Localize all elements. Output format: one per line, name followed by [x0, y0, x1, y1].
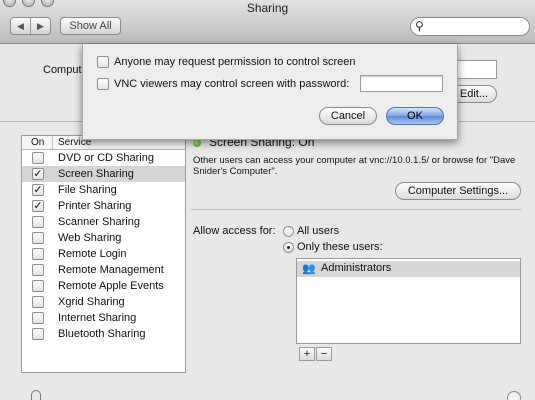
- user-label: Administrators: [321, 262, 392, 274]
- service-checkbox[interactable]: [32, 328, 44, 340]
- add-user-button[interactable]: +: [299, 347, 315, 361]
- service-label: Remote Login: [58, 248, 127, 260]
- service-row[interactable]: Bluetooth Sharing: [22, 326, 185, 342]
- radio-only-these-users[interactable]: [283, 242, 294, 253]
- radio-all-users[interactable]: [283, 226, 294, 237]
- show-all-button[interactable]: Show All: [60, 17, 121, 35]
- computer-settings-button[interactable]: Computer Settings...: [395, 182, 521, 200]
- service-checkbox[interactable]: ✓: [32, 200, 44, 212]
- window-title: Sharing: [246, 1, 289, 15]
- sharing-window: Sharing ◀ ▶ Show All ⚲ Computer Edit... …: [0, 0, 535, 400]
- service-label: Screen Sharing: [58, 168, 134, 180]
- service-checkbox[interactable]: [32, 280, 44, 292]
- service-row[interactable]: DVD or CD Sharing: [22, 150, 185, 166]
- service-label: Internet Sharing: [58, 312, 137, 324]
- group-icon: 👥: [302, 263, 316, 275]
- service-checkbox[interactable]: [32, 296, 44, 308]
- service-checkbox[interactable]: ✓: [32, 168, 44, 180]
- service-checkbox[interactable]: [32, 152, 44, 164]
- ok-button[interactable]: OK: [386, 107, 444, 125]
- list-item[interactable]: 👥 Administrators: [297, 261, 520, 277]
- service-label: Printer Sharing: [58, 200, 132, 212]
- service-label: Xgrid Sharing: [58, 296, 125, 308]
- service-row[interactable]: ✓ File Sharing: [22, 182, 185, 198]
- service-row[interactable]: Internet Sharing: [22, 310, 185, 326]
- service-row[interactable]: ✓ Printer Sharing: [22, 198, 185, 214]
- service-label: File Sharing: [58, 184, 117, 196]
- service-label: Remote Management: [58, 264, 164, 276]
- services-rows: DVD or CD Sharing ✓ Screen Sharing ✓ File Sh…: [22, 150, 185, 342]
- search-field[interactable]: ⚲: [410, 17, 530, 36]
- vnc-password-checkbox[interactable]: [97, 78, 109, 90]
- column-header-on[interactable]: On: [31, 136, 44, 149]
- radio-only-these-users-label[interactable]: Only these users:: [297, 241, 383, 253]
- service-row[interactable]: Scanner Sharing: [22, 214, 185, 230]
- allow-access-label: Allow access for:: [193, 225, 276, 237]
- cancel-button[interactable]: Cancel: [319, 107, 377, 125]
- service-row[interactable]: ✓ Screen Sharing: [22, 166, 185, 182]
- service-label: Scanner Sharing: [58, 216, 140, 228]
- vnc-password-field[interactable]: [360, 75, 443, 92]
- search-icon: ⚲: [415, 19, 424, 33]
- lock-icon[interactable]: [31, 390, 41, 400]
- column-separator: [52, 136, 53, 149]
- forward-button[interactable]: ▶: [31, 18, 50, 34]
- service-row[interactable]: Remote Management: [22, 262, 185, 278]
- request-permission-label[interactable]: Anyone may request permission to control…: [114, 56, 356, 68]
- request-permission-checkbox[interactable]: [97, 56, 109, 68]
- services-list: On Service DVD or CD Sharing ✓ Screen Shar…: [21, 135, 186, 373]
- back-forward-control: ◀ ▶: [10, 17, 51, 35]
- help-icon[interactable]: [507, 391, 521, 400]
- service-checkbox[interactable]: [32, 264, 44, 276]
- service-checkbox[interactable]: [32, 248, 44, 260]
- users-list: 👥 Administrators: [296, 258, 521, 344]
- radio-all-users-label[interactable]: All users: [297, 225, 339, 237]
- service-row[interactable]: Web Sharing: [22, 230, 185, 246]
- service-row[interactable]: Remote Login: [22, 246, 185, 262]
- remove-user-button[interactable]: −: [316, 347, 332, 361]
- service-label: DVD or CD Sharing: [58, 152, 154, 164]
- service-checkbox[interactable]: [32, 216, 44, 228]
- service-row[interactable]: Xgrid Sharing: [22, 294, 185, 310]
- status-indicator: [193, 139, 201, 147]
- service-description: Other users can access your computer at …: [193, 155, 516, 177]
- service-label: Remote Apple Events: [58, 280, 164, 292]
- back-button[interactable]: ◀: [11, 18, 31, 34]
- title-bar: Sharing ◀ ▶ Show All ⚲: [0, 0, 535, 44]
- service-row[interactable]: Remote Apple Events: [22, 278, 185, 294]
- service-checkbox[interactable]: [32, 312, 44, 324]
- divider: [191, 209, 521, 210]
- radio-selected-dot: [287, 246, 290, 249]
- service-checkbox[interactable]: [32, 232, 44, 244]
- service-label: Bluetooth Sharing: [58, 328, 146, 340]
- vnc-password-label[interactable]: VNC viewers may control screen with pass…: [114, 78, 349, 90]
- service-checkbox[interactable]: ✓: [32, 184, 44, 196]
- screen-sharing-options-sheet: Anyone may request permission to control…: [82, 44, 458, 140]
- service-label: Web Sharing: [58, 232, 122, 244]
